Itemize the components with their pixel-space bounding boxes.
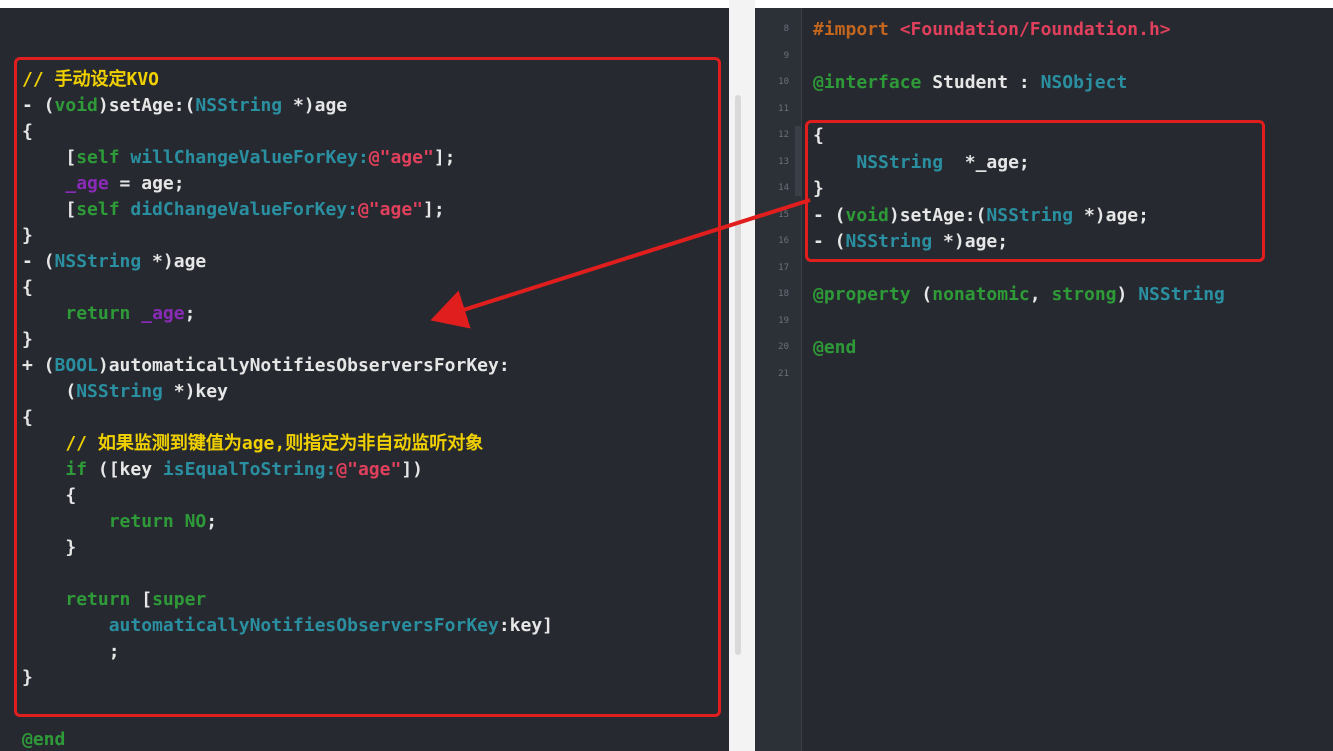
code-line: @end: [813, 336, 856, 360]
code-token: #import: [813, 19, 889, 40]
line-number: 14: [778, 183, 789, 193]
right-code-editor[interactable]: 8 9 10 11 12 13 14 15 16 17 18 19 20 21 #import <Foun…: [755, 0, 1333, 751]
line-number-gutter: 8 9 10 11 12 13 14 15 16 17 18 19 20 21: [755, 8, 802, 751]
left-editor-scrollbar[interactable]: [735, 95, 741, 655]
code-token: strong: [1051, 284, 1117, 305]
code-line: @property (nonatomic, strong) NSString: [813, 283, 1225, 307]
code-token: ): [1116, 284, 1139, 305]
code-token: NSString: [1138, 284, 1225, 305]
end-keyword: @end: [22, 729, 66, 750]
line-number: 8: [783, 24, 789, 34]
line-number: 12: [778, 130, 789, 140]
line-number: 9: [783, 50, 789, 61]
left-code-editor[interactable]: // 手动设定KVO - (void)setAge:(NSString *)age…: [0, 0, 729, 751]
code-token: NSObject: [1040, 72, 1128, 93]
editor-top-edge: [755, 0, 1333, 8]
line-number: 20: [778, 342, 789, 352]
line-number: 15: [778, 209, 789, 220]
code-token: <Foundation/Foundation.h>: [888, 19, 1171, 40]
line-number: 13: [778, 156, 789, 167]
code-token: @end: [813, 337, 857, 358]
code-token: ,: [1029, 284, 1052, 305]
fold-ribbon[interactable]: [795, 126, 801, 196]
code-line: #import <Foundation/Foundation.h>: [813, 18, 1171, 42]
code-line: @interface Student : NSObject: [813, 71, 1127, 95]
code-token: @interface: [813, 72, 922, 93]
annotation-box-kvo-implementation: [14, 57, 721, 717]
split-divider[interactable]: [729, 0, 755, 751]
line-number: 10: [778, 77, 789, 87]
editor-top-edge: [0, 0, 729, 8]
line-number: 19: [778, 315, 789, 326]
line-number: 18: [778, 289, 789, 299]
annotation-box-interface-declarations: [805, 120, 1265, 262]
code-token: @property: [813, 284, 911, 305]
code-token: nonatomic: [932, 284, 1030, 305]
line-number: 21: [778, 368, 789, 379]
line-number: 11: [778, 103, 789, 114]
code-token: Student :: [921, 72, 1041, 93]
code-token: (: [910, 284, 933, 305]
line-number: 16: [778, 236, 789, 246]
line-number: 17: [778, 262, 789, 273]
